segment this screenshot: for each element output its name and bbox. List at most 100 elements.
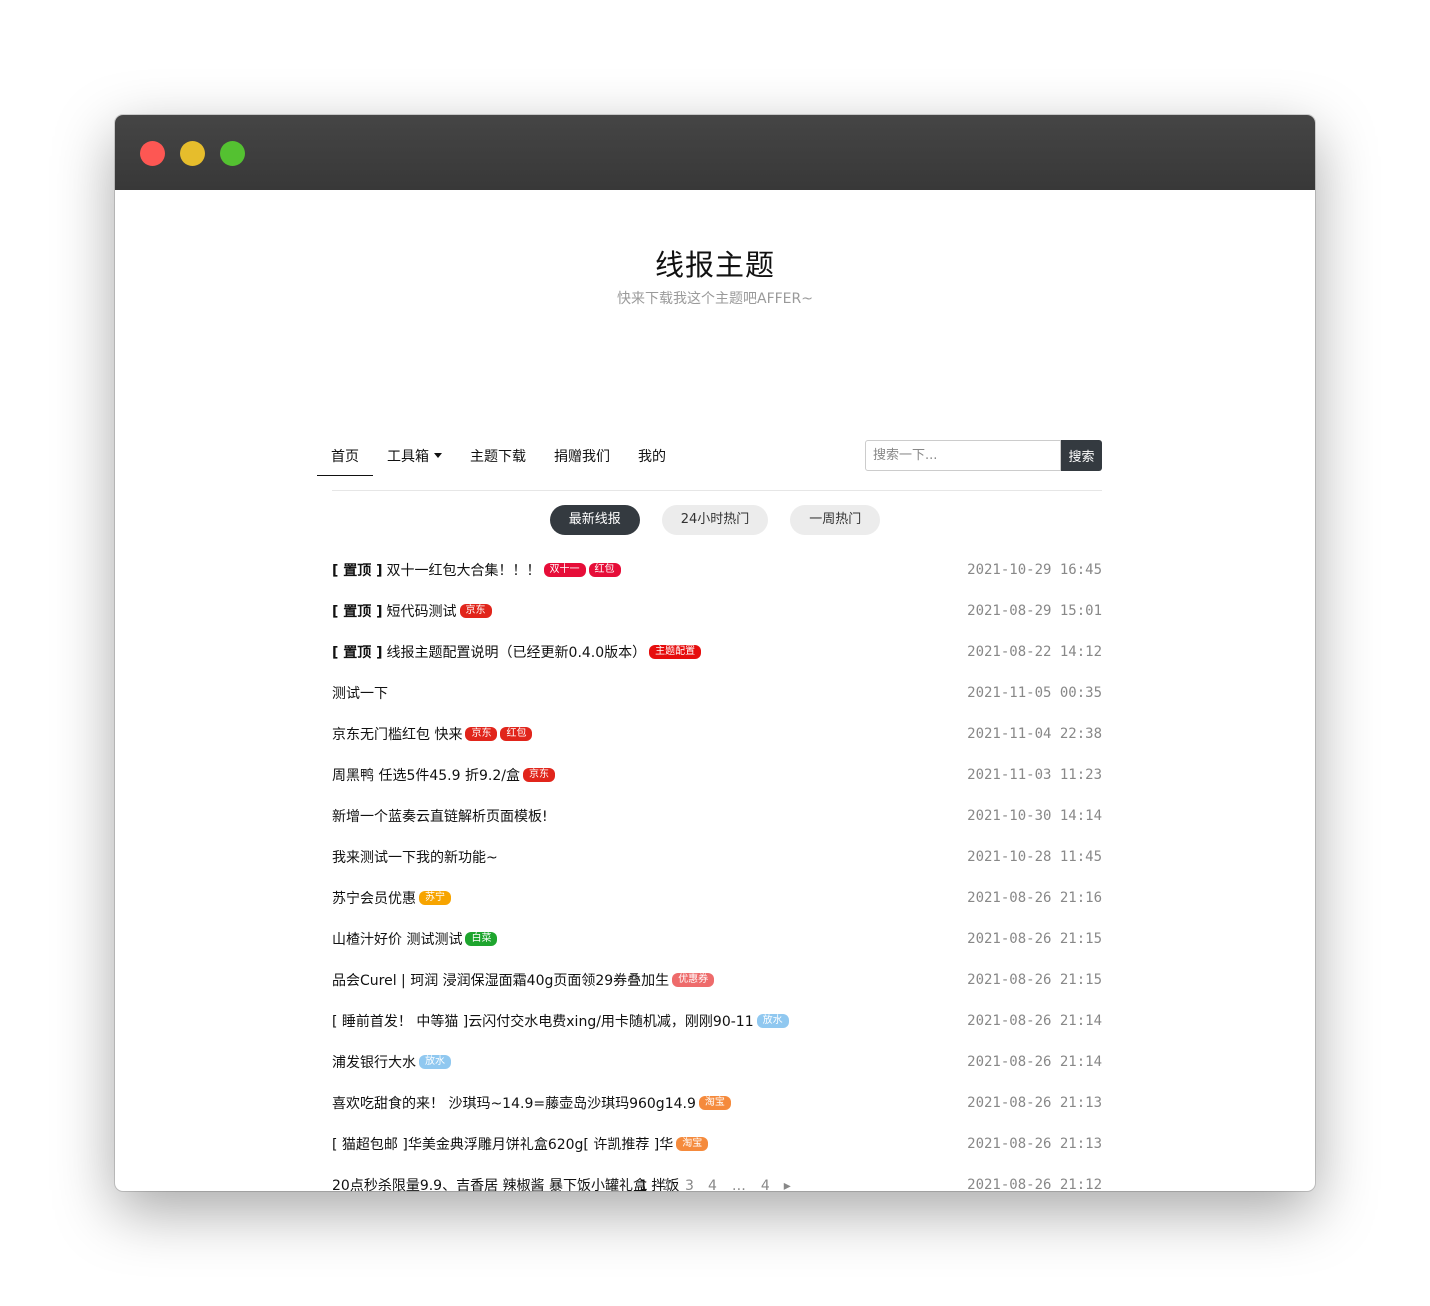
pinned-label: [ 置顶 ] bbox=[332, 562, 383, 579]
post-tag-badge[interactable]: 京东 bbox=[522, 767, 555, 782]
post-tag-badge[interactable]: 京东 bbox=[465, 726, 498, 741]
nav-item-donate[interactable]: 捐赠我们 bbox=[540, 440, 624, 476]
post-title: 测试一下 bbox=[332, 685, 388, 702]
post-date: 2021-08-26 21:14 bbox=[967, 1053, 1102, 1070]
post-title: 苏宁会员优惠 bbox=[332, 890, 416, 907]
post-row[interactable]: [ 置顶 ] 短代码测试 京东 2021-08-29 15:01 bbox=[332, 590, 1102, 631]
page-link[interactable]: 2 bbox=[662, 1178, 671, 1191]
post-date: 2021-10-30 14:14 bbox=[967, 807, 1102, 824]
post-tag-badge[interactable]: 主题配置 bbox=[649, 644, 702, 659]
feed-tabs: 最新线报 24小时热门 一周热门 bbox=[115, 505, 1315, 535]
post-row[interactable]: [ 置顶 ] 双十一红包大合集！！！ 双十一 红包 2021-10-29 16:45 bbox=[332, 549, 1102, 590]
search-form: 搜索 bbox=[865, 440, 1102, 471]
post-row[interactable]: 山楂汁好价 测试测试 白菜 2021-08-26 21:15 bbox=[332, 918, 1102, 959]
minimize-window-button[interactable] bbox=[180, 141, 205, 166]
post-tag-badge[interactable]: 京东 bbox=[459, 603, 492, 618]
post-date: 2021-08-26 21:13 bbox=[967, 1135, 1102, 1152]
tab-latest[interactable]: 最新线报 bbox=[549, 505, 640, 535]
nav-item-label: 我的 bbox=[638, 449, 666, 465]
post-title: 新增一个蓝奏云直链解析页面模板! bbox=[332, 808, 548, 825]
post-title-link[interactable]: [ 置顶 ] 线报主题配置说明（已经更新0.4.0版本） 主题配置 bbox=[332, 642, 702, 662]
page-link-last[interactable]: 4 bbox=[761, 1178, 770, 1191]
nav-item-home[interactable]: 首页 bbox=[317, 440, 373, 476]
nav-item-label: 主题下载 bbox=[470, 449, 526, 465]
post-row[interactable]: 周黑鸭 任选5件45.9 折9.2/盒 京东 2021-11-03 11:23 bbox=[332, 754, 1102, 795]
nav-item-label: 首页 bbox=[331, 449, 359, 465]
post-row[interactable]: 新增一个蓝奏云直链解析页面模板! 2021-10-30 14:14 bbox=[332, 795, 1102, 836]
post-row[interactable]: 测试一下 2021-11-05 00:35 bbox=[332, 672, 1102, 713]
search-button[interactable]: 搜索 bbox=[1061, 440, 1102, 471]
window-titlebar bbox=[115, 115, 1315, 190]
post-tag-badge[interactable]: 放水 bbox=[756, 1013, 789, 1028]
post-date: 2021-11-04 22:38 bbox=[967, 725, 1102, 742]
nav-item-label: 工具箱 bbox=[387, 449, 429, 465]
post-title: 周黑鸭 任选5件45.9 折9.2/盒 bbox=[332, 767, 520, 784]
site-subtitle: 快来下载我这个主题吧AFFER~ bbox=[617, 291, 813, 307]
page-link[interactable]: 4 bbox=[708, 1178, 717, 1191]
post-title-link[interactable]: 山楂汁好价 测试测试 白菜 bbox=[332, 929, 498, 949]
close-window-button[interactable] bbox=[140, 141, 165, 166]
post-title-link[interactable]: [ 猫超包邮 ]华美金典浮雕月饼礼盒620g[ 许凯推荐 ]华 淘宝 bbox=[332, 1134, 709, 1154]
post-date: 2021-08-22 14:12 bbox=[967, 643, 1102, 660]
tab-week-hot[interactable]: 一周热门 bbox=[790, 505, 881, 535]
post-tag-badge[interactable]: 淘宝 bbox=[676, 1136, 709, 1151]
page-link[interactable]: 1 bbox=[639, 1178, 648, 1191]
page-link[interactable]: 3 bbox=[685, 1178, 694, 1191]
post-title-link[interactable]: [ 置顶 ] 双十一红包大合集！！！ 双十一 红包 bbox=[332, 560, 621, 580]
post-title-link[interactable]: 苏宁会员优惠 苏宁 bbox=[332, 888, 451, 908]
search-input[interactable] bbox=[865, 440, 1061, 471]
nav-item-toolbox[interactable]: 工具箱 bbox=[373, 440, 456, 476]
post-tag-badge[interactable]: 红包 bbox=[500, 726, 533, 741]
post-title-link[interactable]: 周黑鸭 任选5件45.9 折9.2/盒 京东 bbox=[332, 765, 555, 785]
browser-window: 线报主题 快来下载我这个主题吧AFFER~ 首页 工具箱 主题下载 捐赠我们 我… bbox=[115, 115, 1315, 1191]
next-page-icon[interactable]: ▸ bbox=[784, 1178, 791, 1191]
post-tag-badge[interactable]: 红包 bbox=[588, 562, 621, 577]
post-date: 2021-08-26 21:15 bbox=[967, 930, 1102, 947]
post-title: 双十一红包大合集！！！ bbox=[386, 562, 541, 579]
maximize-window-button[interactable] bbox=[220, 141, 245, 166]
post-title-link[interactable]: [ 置顶 ] 短代码测试 京东 bbox=[332, 601, 492, 621]
post-title-link[interactable]: 新增一个蓝奏云直链解析页面模板! bbox=[332, 806, 548, 826]
post-tag-badge[interactable]: 淘宝 bbox=[698, 1095, 731, 1110]
pagination: 1 2 3 4 … 4 ▸ bbox=[115, 1178, 1315, 1191]
post-title-link[interactable]: 我来测试一下我的新功能~ bbox=[332, 847, 498, 867]
main-nav: 首页 工具箱 主题下载 捐赠我们 我的 bbox=[317, 440, 680, 476]
post-title-link[interactable]: 品会Curel | 珂润 浸润保湿面霜40g页面领29券叠加生 优惠券 bbox=[332, 970, 715, 990]
post-row[interactable]: 品会Curel | 珂润 浸润保湿面霜40g页面领29券叠加生 优惠券 2021-0… bbox=[332, 959, 1102, 1000]
post-row[interactable]: 苏宁会员优惠 苏宁 2021-08-26 21:16 bbox=[332, 877, 1102, 918]
post-tag-badge[interactable]: 苏宁 bbox=[419, 890, 451, 905]
post-date: 2021-11-03 11:23 bbox=[967, 766, 1102, 783]
pinned-label: [ 置顶 ] bbox=[332, 603, 383, 620]
page-ellipsis: … bbox=[731, 1178, 746, 1191]
post-tag-badge[interactable]: 放水 bbox=[419, 1054, 451, 1069]
post-row[interactable]: 京东无门槛红包 快来 京东 红包 2021-11-04 22:38 bbox=[332, 713, 1102, 754]
nav-item-theme-download[interactable]: 主题下载 bbox=[456, 440, 540, 476]
post-title-link[interactable]: 测试一下 bbox=[332, 683, 388, 703]
post-title: 我来测试一下我的新功能~ bbox=[332, 849, 498, 866]
post-tag-badge[interactable]: 双十一 bbox=[543, 562, 586, 577]
post-row[interactable]: 我来测试一下我的新功能~ 2021-10-28 11:45 bbox=[332, 836, 1102, 877]
post-date: 2021-08-29 15:01 bbox=[967, 602, 1102, 619]
post-date: 2021-08-26 21:16 bbox=[967, 889, 1102, 906]
post-row[interactable]: [ 睡前首发！ 中等猫 ]云闪付交水电费xing/用卡随机减，刚刚90-11 放水… bbox=[332, 1000, 1102, 1041]
post-row[interactable]: 喜欢吃甜食的来！ 沙琪玛~14.9=藤壶岛沙琪玛960g14.9 淘宝 2021-0… bbox=[332, 1082, 1102, 1123]
nav-item-label: 捐赠我们 bbox=[554, 449, 610, 465]
post-title-link[interactable]: [ 睡前首发！ 中等猫 ]云闪付交水电费xing/用卡随机减，刚刚90-11 放水 bbox=[332, 1011, 789, 1031]
post-tag-badge[interactable]: 白菜 bbox=[465, 931, 498, 946]
post-date: 2021-08-26 21:14 bbox=[967, 1012, 1102, 1029]
post-date: 2021-11-05 00:35 bbox=[967, 684, 1102, 701]
post-row[interactable]: [ 置顶 ] 线报主题配置说明（已经更新0.4.0版本） 主题配置 2021-08-2… bbox=[332, 631, 1102, 672]
post-row[interactable]: [ 猫超包邮 ]华美金典浮雕月饼礼盒620g[ 许凯推荐 ]华 淘宝 2021-08… bbox=[332, 1123, 1102, 1164]
post-title: 喜欢吃甜食的来！ 沙琪玛~14.9=藤壶岛沙琪玛960g14.9 bbox=[332, 1095, 696, 1112]
post-title-link[interactable]: 京东无门槛红包 快来 京东 红包 bbox=[332, 724, 533, 744]
post-date: 2021-08-26 21:13 bbox=[967, 1094, 1102, 1111]
tab-24h-hot[interactable]: 24小时热门 bbox=[661, 505, 769, 535]
post-title-link[interactable]: 浦发银行大水 放水 bbox=[332, 1052, 451, 1072]
post-row[interactable]: 浦发银行大水 放水 2021-08-26 21:14 bbox=[332, 1041, 1102, 1082]
nav-item-mine[interactable]: 我的 bbox=[624, 440, 680, 476]
page-content: 线报主题 快来下载我这个主题吧AFFER~ 首页 工具箱 主题下载 捐赠我们 我… bbox=[115, 190, 1315, 1191]
post-list: [ 置顶 ] 双十一红包大合集！！！ 双十一 红包 2021-10-29 16:45[ … bbox=[332, 549, 1102, 1192]
post-tag-badge[interactable]: 优惠券 bbox=[672, 972, 715, 987]
post-date: 2021-08-26 21:15 bbox=[967, 971, 1102, 988]
post-title-link[interactable]: 喜欢吃甜食的来！ 沙琪玛~14.9=藤壶岛沙琪玛960g14.9 淘宝 bbox=[332, 1093, 731, 1113]
